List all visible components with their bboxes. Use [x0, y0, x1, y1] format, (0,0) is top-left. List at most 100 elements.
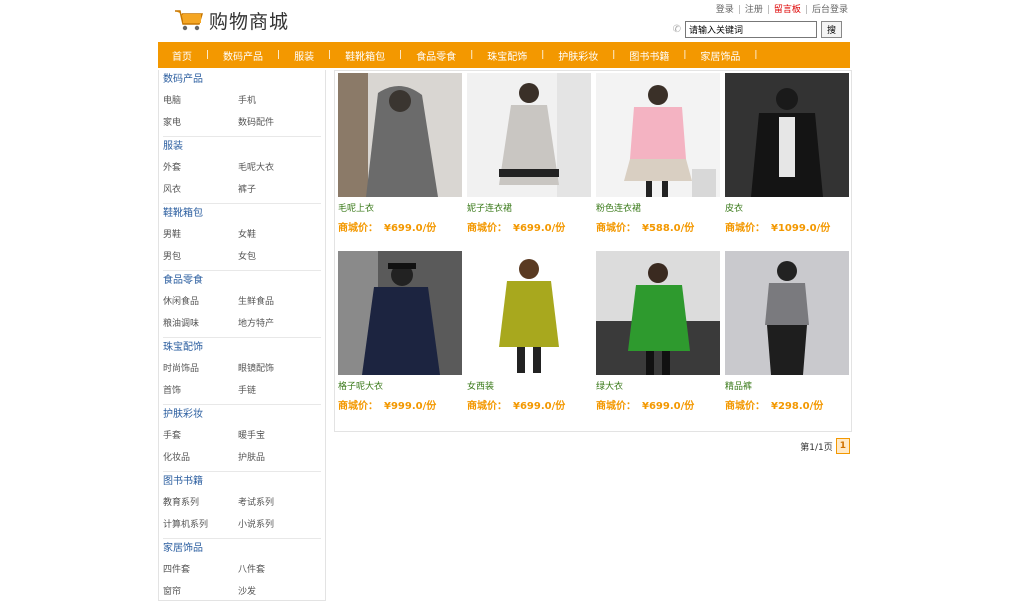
category-link[interactable]: 沙发 [238, 581, 313, 603]
product-price: 商城价： ¥699.0/份 [338, 223, 437, 234]
product-name[interactable]: 妮子连衣裙 [467, 201, 595, 214]
login-link[interactable]: 登录 [716, 5, 734, 15]
pagination: 第1/1页 1 [800, 438, 850, 454]
category-link[interactable]: 家电 [163, 112, 238, 134]
category-link[interactable]: 粮油调味 [163, 313, 238, 335]
category-link[interactable]: 男鞋 [163, 224, 238, 246]
search-button[interactable]: 搜 [820, 21, 842, 38]
nav-clothing[interactable]: 服装 [280, 48, 328, 63]
product-name[interactable]: 精品裤 [725, 379, 853, 392]
category-link[interactable]: 女鞋 [238, 224, 313, 246]
category-title[interactable]: 鞋靴箱包 [163, 204, 321, 224]
category-link[interactable]: 风衣 [163, 179, 238, 201]
category-link[interactable]: 计算机系列 [163, 514, 238, 536]
category-link[interactable]: 女包 [238, 246, 313, 268]
nav-shoes-bags[interactable]: 鞋靴箱包 [331, 48, 399, 63]
category-title[interactable]: 护肤彩妆 [163, 405, 321, 425]
category-link[interactable]: 化妆品 [163, 447, 238, 469]
product-price: 商城价： ¥298.0/份 [725, 401, 824, 412]
nav-home[interactable]: 首页 [158, 48, 206, 63]
product-name[interactable]: 女西装 [467, 379, 595, 392]
nav-home-decor[interactable]: 家居饰品 [686, 48, 754, 63]
category-link[interactable]: 地方特产 [238, 313, 313, 335]
product-image[interactable] [338, 73, 462, 197]
page-info: 第1/1页 [800, 442, 833, 453]
site-logo[interactable]: 购物商城 [174, 5, 289, 35]
product-image[interactable] [338, 251, 462, 375]
category-link[interactable]: 时尚饰品 [163, 358, 238, 380]
product-image[interactable] [467, 73, 591, 197]
search-input[interactable] [684, 21, 817, 38]
product-price: 商城价： ¥699.0/份 [467, 223, 566, 234]
category-link[interactable]: 手链 [238, 380, 313, 402]
category-link[interactable]: 生鲜食品 [238, 291, 313, 313]
product-price: 商城价： ¥699.0/份 [596, 401, 695, 412]
category-link[interactable]: 数码配件 [238, 112, 313, 134]
product-image[interactable] [596, 251, 720, 375]
category-link[interactable]: 小说系列 [238, 514, 313, 536]
product-card[interactable]: 女西装 商城价： ¥699.0/份 [467, 251, 595, 429]
category-link[interactable]: 考试系列 [238, 492, 313, 514]
product-image[interactable] [467, 251, 591, 375]
product-price: 商城价： ¥699.0/份 [467, 401, 566, 412]
product-name[interactable]: 粉色连衣裙 [596, 201, 724, 214]
shopping-cart-icon [175, 10, 204, 31]
product-image[interactable] [725, 251, 849, 375]
category-link[interactable]: 男包 [163, 246, 238, 268]
category-group: 数码产品 电脑 手机 家电 数码配件 [159, 70, 325, 137]
product-card[interactable]: 格子呢大衣 商城价： ¥999.0/份 [338, 251, 466, 429]
category-title[interactable]: 服装 [163, 137, 321, 157]
nav-food[interactable]: 食品零食 [402, 48, 470, 63]
category-link[interactable]: 首饰 [163, 380, 238, 402]
category-link[interactable]: 窗帘 [163, 581, 238, 603]
product-price: 商城价： ¥588.0/份 [596, 223, 695, 234]
category-title[interactable]: 数码产品 [163, 70, 321, 90]
product-list: 毛呢上衣 商城价： ¥699.0/份 妮子连衣裙 商城价： ¥699.0/份 粉… [334, 70, 852, 432]
register-link[interactable]: 注册 [745, 5, 763, 15]
product-card[interactable]: 粉色连衣裙 商城价： ¥588.0/份 [596, 73, 724, 251]
product-card[interactable]: 妮子连衣裙 商城价： ¥699.0/份 [467, 73, 595, 251]
category-link[interactable]: 毛呢大衣 [238, 157, 313, 179]
nav-digital[interactable]: 数码产品 [209, 48, 277, 63]
product-image[interactable] [596, 73, 720, 197]
product-name[interactable]: 格子呢大衣 [338, 379, 466, 392]
category-link[interactable]: 眼镜配饰 [238, 358, 313, 380]
category-link[interactable]: 暖手宝 [238, 425, 313, 447]
category-sidebar: 数码产品 电脑 手机 家电 数码配件 服装 外套 毛呢大衣 风衣 裤子 鞋靴箱包… [158, 70, 326, 601]
product-name[interactable]: 毛呢上衣 [338, 201, 466, 214]
page-number-button[interactable]: 1 [835, 438, 850, 454]
category-link[interactable]: 休闲食品 [163, 291, 238, 313]
nav-books[interactable]: 图书书籍 [615, 48, 683, 63]
category-link[interactable]: 手机 [238, 90, 313, 112]
product-card[interactable]: 皮衣 商城价： ¥1099.0/份 [725, 73, 853, 251]
admin-login-link[interactable]: 后台登录 [812, 5, 848, 15]
product-image[interactable] [725, 73, 849, 197]
category-link[interactable]: 手套 [163, 425, 238, 447]
nav-jewelry[interactable]: 珠宝配饰 [473, 48, 541, 63]
message-board-link[interactable]: 留言板 [774, 5, 801, 15]
category-link[interactable]: 电脑 [163, 90, 238, 112]
category-group: 护肤彩妆 手套 暖手宝 化妆品 护肤品 [159, 405, 325, 472]
category-title[interactable]: 图书书籍 [163, 472, 321, 492]
product-card[interactable]: 精品裤 商城价： ¥298.0/份 [725, 251, 853, 429]
product-name[interactable]: 绿大衣 [596, 379, 724, 392]
category-title[interactable]: 珠宝配饰 [163, 338, 321, 358]
category-link[interactable]: 教育系列 [163, 492, 238, 514]
product-name[interactable]: 皮衣 [725, 201, 853, 214]
search-bar: ✆ 搜 [673, 21, 842, 38]
category-link[interactable]: 外套 [163, 157, 238, 179]
product-card[interactable]: 绿大衣 商城价： ¥699.0/份 [596, 251, 724, 429]
site-title: 购物商城 [209, 10, 290, 33]
category-group: 图书书籍 教育系列 考试系列 计算机系列 小说系列 [159, 472, 325, 539]
product-card[interactable]: 毛呢上衣 商城价： ¥699.0/份 [338, 73, 466, 251]
category-group: 食品零食 休闲食品 生鲜食品 粮油调味 地方特产 [159, 271, 325, 338]
category-link[interactable]: 裤子 [238, 179, 313, 201]
category-group: 珠宝配饰 时尚饰品 眼镜配饰 首饰 手链 [159, 338, 325, 405]
category-title[interactable]: 食品零食 [163, 271, 321, 291]
category-link[interactable]: 八件套 [238, 559, 313, 581]
category-link[interactable]: 四件套 [163, 559, 238, 581]
category-title[interactable]: 家居饰品 [163, 539, 321, 559]
category-link[interactable]: 护肤品 [238, 447, 313, 469]
nav-cosmetics[interactable]: 护肤彩妆 [544, 48, 612, 63]
category-group: 家居饰品 四件套 八件套 窗帘 沙发 [159, 539, 325, 605]
